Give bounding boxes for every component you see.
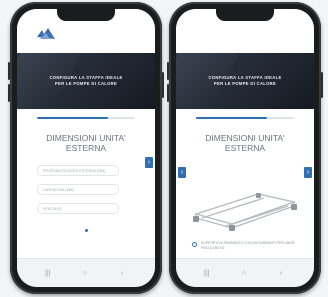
progress-fill — [196, 117, 267, 119]
floor-bracket-image[interactable] — [188, 184, 302, 232]
progress-bar — [37, 117, 135, 119]
option-row[interactable]: SUPPORTO A PAVIMENTO CON ANTIVIBRANTI PE… — [192, 241, 300, 255]
bottom-nav: ||| ○ ‹ — [17, 258, 155, 287]
volume-button — [167, 84, 169, 102]
hero-banner: CONFIGURA LA STAFFA IDEALE PER LE POMPE … — [17, 53, 155, 109]
back-icon[interactable]: ‹ — [121, 270, 123, 277]
phone-right: CONFIGURA LA STAFFA IDEALE PER LE POMPE … — [167, 2, 323, 294]
prev-button[interactable]: ‹ — [178, 167, 186, 178]
hero-banner: CONFIGURA LA STAFFA IDEALE PER LE POMPE … — [176, 53, 314, 109]
banner-title: CONFIGURA LA STAFFA IDEALE PER LE POMPE … — [208, 75, 282, 86]
home-icon[interactable]: ○ — [242, 270, 246, 277]
step-heading: DIMENSIONI UNITA' ESTERNA — [46, 133, 126, 153]
brand-logo-icon — [37, 28, 55, 39]
weight-field[interactable]: PESO (KG) — [37, 203, 119, 214]
home-icon[interactable]: ○ — [83, 270, 87, 277]
volume-button — [8, 84, 10, 102]
progress-bar — [196, 117, 294, 119]
volume-button — [8, 62, 10, 80]
option-label: SUPPORTO A PAVIMENTO CON ANTIVIBRANTI PE… — [201, 241, 296, 250]
next-button[interactable]: › — [145, 157, 153, 168]
recent-apps-icon[interactable]: ||| — [204, 270, 209, 277]
back-icon[interactable]: ‹ — [280, 270, 282, 277]
next-button[interactable]: › — [304, 167, 312, 178]
pager-dot[interactable] — [85, 229, 88, 232]
volume-button — [167, 62, 169, 80]
bottom-nav: ||| ○ ‹ — [176, 258, 314, 287]
phone-screen: CONFIGURA LA STAFFA IDEALE PER LE POMPE … — [17, 9, 155, 287]
notch — [57, 9, 115, 21]
radio-icon[interactable] — [192, 242, 197, 247]
notch — [216, 9, 274, 21]
depth-field[interactable]: PROFONDITÀ UNITÀ ESTERNA (MM) — [37, 165, 119, 176]
phone-left: CONFIGURA LA STAFFA IDEALE PER LE POMPE … — [8, 2, 164, 294]
power-button — [162, 72, 164, 98]
phone-screen: CONFIGURA LA STAFFA IDEALE PER LE POMPE … — [176, 9, 314, 287]
progress-fill — [37, 117, 108, 119]
width-field[interactable]: LARGHEZZA (MM) — [37, 184, 119, 195]
step-heading: DIMENSIONI UNITA' ESTERNA — [205, 133, 285, 153]
power-button — [321, 72, 323, 98]
banner-title: CONFIGURA LA STAFFA IDEALE PER LE POMPE … — [49, 75, 123, 86]
recent-apps-icon[interactable]: ||| — [45, 270, 50, 277]
